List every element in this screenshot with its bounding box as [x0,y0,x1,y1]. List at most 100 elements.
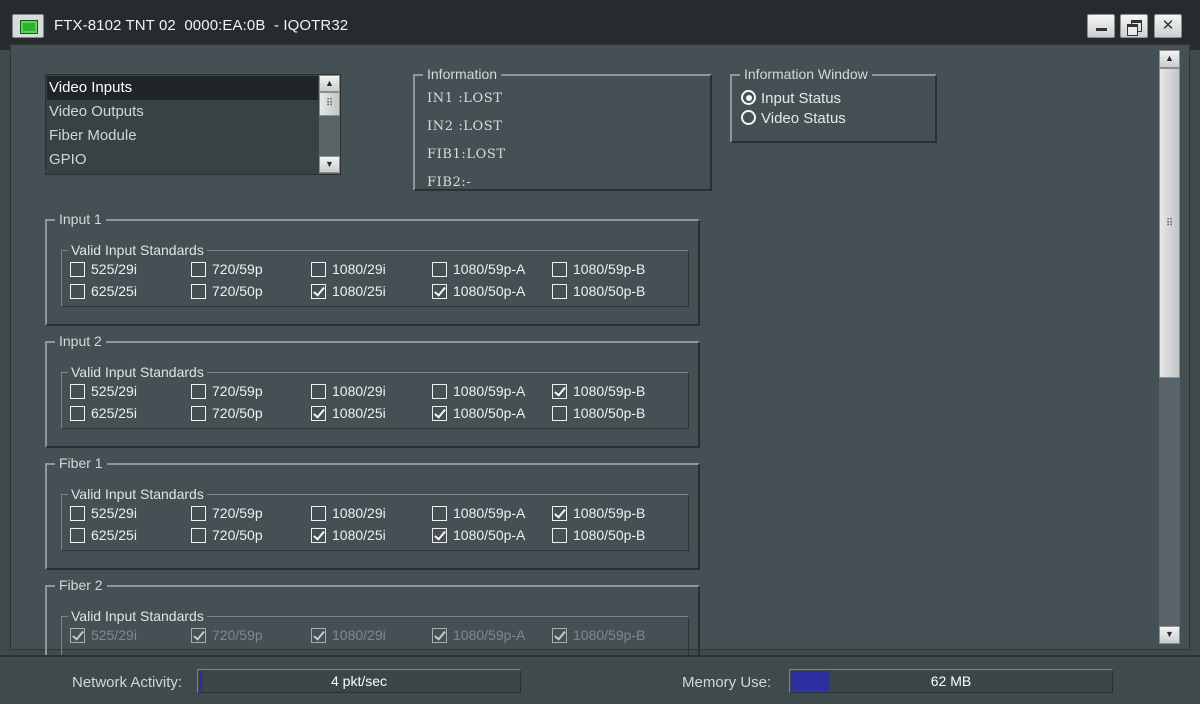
standard-checkbox[interactable]: 1080/29i [311,260,386,278]
list-item-video-inputs[interactable]: Video Inputs [47,76,318,100]
scroll-down-arrow-icon[interactable]: ▼ [319,156,340,173]
standard-checkbox[interactable]: 1080/59p-A [432,382,525,400]
radio-unselected-icon[interactable] [741,110,756,125]
standard-checkbox[interactable]: 1080/59p-B [552,626,645,644]
unchecked-box-icon[interactable] [311,262,326,277]
scroll-up-arrow-icon[interactable]: ▲ [1159,50,1180,68]
list-item-video-outputs[interactable]: Video Outputs [47,100,318,124]
standard-checkbox[interactable]: 1080/50p-A [432,404,525,422]
standard-checkbox[interactable]: 1080/59p-B [552,260,645,278]
scroll-down-arrow-icon[interactable]: ▼ [1159,626,1180,644]
standard-checkbox[interactable]: 720/50p [191,526,263,544]
standard-checkbox[interactable]: 625/25i [70,526,137,544]
list-item-gpio[interactable]: GPIO [47,148,318,172]
unchecked-box-icon[interactable] [70,406,85,421]
standard-checkbox[interactable]: 1080/50p-B [552,526,645,544]
valid-standards-frame: Valid Input Standards 525/29i 625/25i 720/5… [61,485,689,551]
list-scrollbar[interactable]: ▲ ⠿ ▼ [319,75,340,174]
checked-box-icon[interactable] [552,628,567,643]
standard-checkbox[interactable]: 1080/59p-A [432,504,525,522]
valid-standards-frame: Valid Input Standards 525/29i 625/25i 720/5… [61,241,689,307]
standard-label: 625/25i [91,283,137,299]
unchecked-box-icon[interactable] [552,406,567,421]
standard-label: 1080/29i [332,627,386,643]
unchecked-box-icon[interactable] [70,528,85,543]
checked-box-icon[interactable] [311,284,326,299]
standard-checkbox[interactable]: 1080/29i [311,504,386,522]
standard-checkbox[interactable]: 1080/50p-B [552,404,645,422]
checked-box-icon[interactable] [432,528,447,543]
standard-checkbox[interactable]: 1080/59p-B [552,504,645,522]
unchecked-box-icon[interactable] [191,528,206,543]
standard-checkbox[interactable]: 525/29i [70,260,137,278]
unchecked-box-icon[interactable] [552,262,567,277]
unchecked-box-icon[interactable] [70,506,85,521]
scroll-thumb[interactable]: ⠿ [319,92,340,116]
checked-box-icon[interactable] [432,628,447,643]
close-button[interactable]: ✕ [1154,14,1182,38]
unchecked-box-icon[interactable] [432,506,447,521]
checked-box-icon[interactable] [311,528,326,543]
unchecked-box-icon[interactable] [70,262,85,277]
standard-checkbox[interactable]: 1080/50p-A [432,282,525,300]
checked-box-icon[interactable] [311,628,326,643]
checked-box-icon[interactable] [552,384,567,399]
minimize-button[interactable] [1087,14,1115,38]
unchecked-box-icon[interactable] [432,262,447,277]
unchecked-box-icon[interactable] [432,384,447,399]
standard-checkbox[interactable]: 1080/29i [311,626,386,644]
standard-checkbox[interactable]: 1080/59p-B [552,382,645,400]
unchecked-box-icon[interactable] [552,284,567,299]
standard-checkbox[interactable]: 720/59p [191,504,263,522]
standard-checkbox[interactable]: 625/25i [70,404,137,422]
standard-checkbox[interactable]: 1080/59p-A [432,626,525,644]
unchecked-box-icon[interactable] [191,284,206,299]
checked-box-icon[interactable] [432,284,447,299]
standard-checkbox[interactable]: 720/59p [191,382,263,400]
unchecked-box-icon[interactable] [70,384,85,399]
standard-checkbox[interactable]: 525/29i [70,504,137,522]
checked-box-icon[interactable] [191,628,206,643]
standard-checkbox[interactable]: 1080/59p-A [432,260,525,278]
checked-box-icon[interactable] [552,506,567,521]
checked-box-icon[interactable] [432,406,447,421]
unchecked-box-icon[interactable] [311,506,326,521]
standard-checkbox[interactable]: 525/29i [70,626,137,644]
standard-checkbox[interactable]: 1080/25i [311,526,386,544]
unchecked-box-icon[interactable] [311,384,326,399]
unchecked-box-icon[interactable] [191,384,206,399]
standard-checkbox[interactable]: 720/50p [191,282,263,300]
standard-checkbox[interactable]: 525/29i [70,382,137,400]
unchecked-box-icon[interactable] [552,528,567,543]
standard-label: 720/59p [212,261,263,277]
standard-checkbox[interactable]: 625/25i [70,282,137,300]
standard-checkbox[interactable]: 1080/25i [311,404,386,422]
app-icon[interactable] [12,14,44,38]
standard-checkbox[interactable]: 1080/50p-B [552,282,645,300]
unchecked-box-icon[interactable] [191,406,206,421]
standard-checkbox[interactable]: 1080/29i [311,382,386,400]
radio-selected-icon[interactable] [741,90,756,105]
unchecked-box-icon[interactable] [191,506,206,521]
information-group: Information IN1 :LOST IN2 :LOST FIB1:LOS… [413,65,712,191]
radio-video-status[interactable]: Video Status [741,110,846,127]
standard-label: 720/59p [212,627,263,643]
scroll-thumb[interactable]: ⠿ [1159,68,1180,378]
standard-checkbox[interactable]: 720/59p [191,260,263,278]
standard-checkbox[interactable]: 720/59p [191,626,263,644]
standard-label: 720/50p [212,283,263,299]
standard-checkbox[interactable]: 1080/50p-A [432,526,525,544]
standard-checkbox[interactable]: 720/50p [191,404,263,422]
checked-box-icon[interactable] [70,628,85,643]
network-activity-value: 4 pkt/sec [330,673,388,689]
unchecked-box-icon[interactable] [70,284,85,299]
checked-box-icon[interactable] [311,406,326,421]
unchecked-box-icon[interactable] [191,262,206,277]
main-scrollbar[interactable]: ▲ ⠿ ▼ [1159,50,1180,644]
radio-input-status[interactable]: Input Status [741,90,841,107]
scroll-up-arrow-icon[interactable]: ▲ [319,75,340,92]
list-item-fiber-module[interactable]: Fiber Module [47,124,318,148]
standard-checkbox[interactable]: 1080/25i [311,282,386,300]
restore-button[interactable] [1120,14,1148,38]
category-list[interactable]: Video Inputs Video Outputs Fiber Module … [45,74,341,175]
